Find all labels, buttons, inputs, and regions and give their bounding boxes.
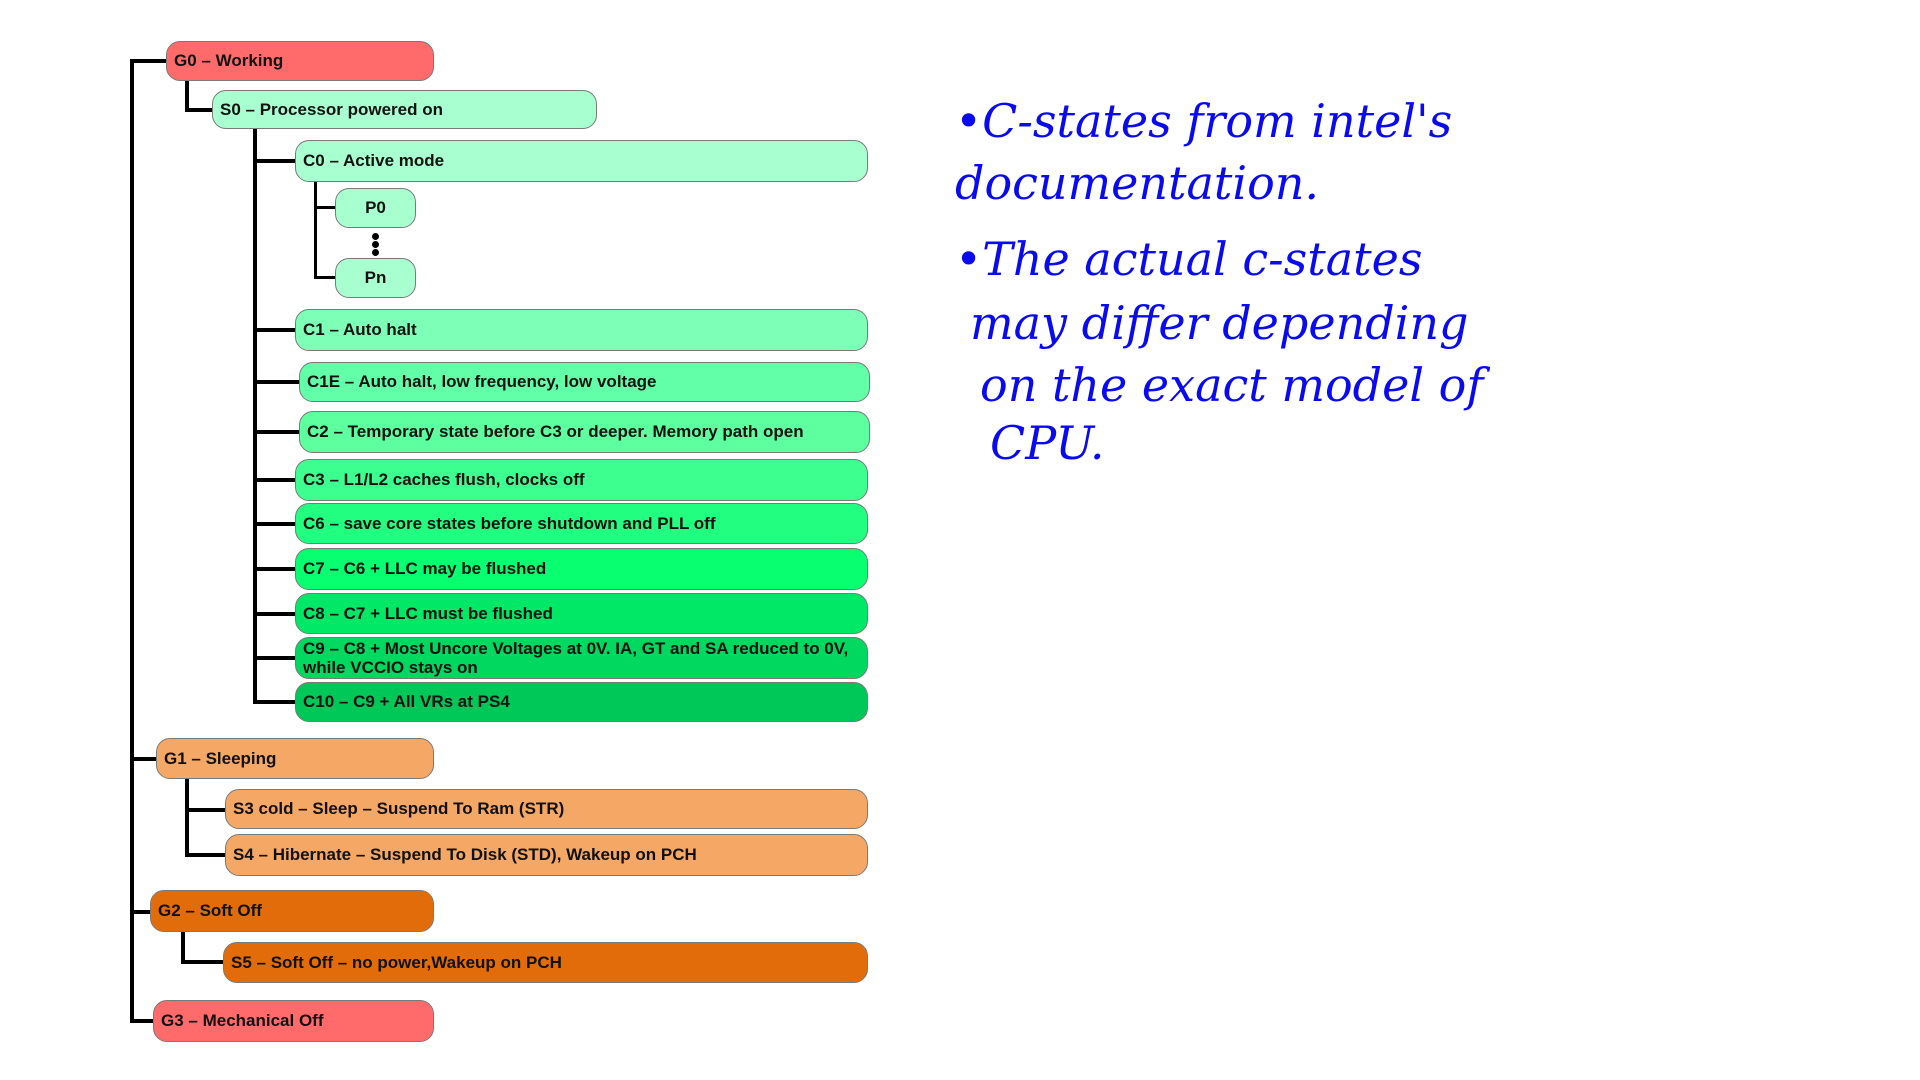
s0-connector [185, 108, 212, 112]
c1e-node: C1E – Auto halt, low frequency, low volt… [299, 362, 870, 402]
p0-connector [314, 206, 335, 209]
pn-node: Pn [335, 258, 416, 298]
c7-connector [253, 567, 295, 571]
c1-auto-halt-node: C1 – Auto halt [295, 309, 868, 351]
s5-node: S5 – Soft Off – no power,Wakeup on PCH [223, 942, 868, 983]
c3-connector [253, 478, 295, 482]
handwritten-note-line: •The actual c-states [955, 232, 1423, 286]
g1-connector [130, 757, 156, 761]
c1e-connector [253, 380, 299, 384]
handwritten-note-line: may differ depending [970, 296, 1469, 350]
c6-node: C6 – save core states before shutdown an… [295, 503, 868, 544]
s5-connector [181, 960, 223, 964]
s4-node: S4 – Hibernate – Suspend To Disk (STD), … [225, 834, 868, 876]
c3-node: C3 – L1/L2 caches flush, clocks off [295, 459, 868, 501]
g3-mechanical-off-node: G3 – Mechanical Off [153, 1000, 434, 1042]
c8-connector [253, 612, 295, 616]
c1-connector [253, 328, 295, 332]
g2-connector [130, 910, 150, 914]
g1-branch-line [185, 779, 189, 857]
c9-node: C9 – C8 + Most Uncore Voltages at 0V. IA… [295, 637, 868, 679]
c7-node: C7 – C6 + LLC may be flushed [295, 548, 868, 590]
tree-trunk-line [130, 60, 134, 1022]
c8-node: C8 – C7 + LLC must be flushed [295, 593, 868, 634]
handwritten-note-line: CPU. [990, 416, 1105, 470]
pn-connector [314, 276, 335, 279]
c9-connector [253, 656, 295, 660]
g0-working-node: G0 – Working [166, 41, 434, 81]
handwritten-note-line: •C-states from intel's [955, 94, 1453, 148]
c2-node: C2 – Temporary state before C3 or deeper… [299, 411, 870, 453]
handwritten-note-line: on the exact model of [980, 358, 1484, 412]
s3-node: S3 cold – Sleep – Suspend To Ram (STR) [225, 789, 868, 829]
c2-connector [253, 430, 299, 434]
c6-connector [253, 522, 295, 526]
g3-connector [130, 1019, 153, 1023]
g1-sleeping-node: G1 – Sleeping [156, 738, 434, 779]
c0-active-mode-node: C0 – Active mode [295, 140, 868, 182]
s4-connector [185, 853, 225, 857]
c10-node: C10 – C9 + All VRs at PS4 [295, 682, 868, 722]
s3-connector [185, 808, 225, 812]
g2-soft-off-node: G2 – Soft Off [150, 890, 434, 932]
ellipsis-dot [372, 233, 379, 240]
handwritten-note-line: documentation. [955, 156, 1320, 210]
ellipsis-dot [372, 241, 379, 248]
c-states-branch-line [253, 129, 257, 704]
s0-branch-line [185, 81, 189, 111]
p0-node: P0 [335, 188, 416, 228]
c0-connector [253, 159, 295, 163]
g0-connector [130, 59, 166, 63]
p-states-branch-line [314, 182, 317, 279]
s0-processor-powered-on-node: S0 – Processor powered on [212, 90, 597, 129]
ellipsis-dot [372, 249, 379, 256]
c10-connector [253, 700, 295, 704]
